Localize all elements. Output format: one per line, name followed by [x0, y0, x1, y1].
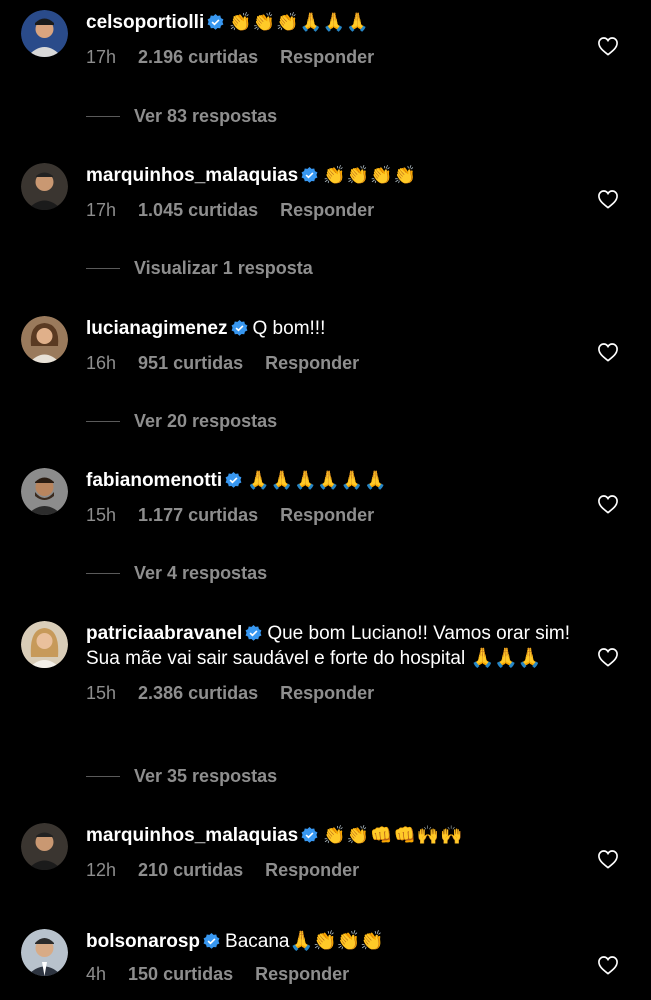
- comment-time: 17h: [86, 200, 117, 220]
- verified-badge-icon: [225, 472, 242, 489]
- verified-badge-icon: [301, 167, 318, 184]
- comment-time: 4h: [86, 964, 107, 984]
- heart-outline-icon[interactable]: [597, 955, 619, 975]
- comment-username[interactable]: celsoportiolli: [86, 12, 204, 33]
- verified-badge-icon: [207, 14, 224, 31]
- comment-body: fabianomenotti 🙏🙏🙏🙏🙏🙏 15h 1.177 curtidas Re…: [86, 468, 581, 526]
- comment-text: 👏👏👏🙏🙏🙏: [229, 12, 370, 32]
- comment-likes[interactable]: 1.177 curtidas: [138, 505, 258, 525]
- comment-likes[interactable]: 2.386 curtidas: [138, 683, 258, 703]
- heart-outline-icon[interactable]: [597, 189, 619, 209]
- comment-body: marquinhos_malaquias 👏👏👏👏 17h 1.045 curtid…: [86, 163, 581, 221]
- comment-text-line: patriciaabravanel Que bom Luciano!! Vamos…: [86, 621, 581, 671]
- comment-time: 15h: [86, 683, 117, 703]
- comment-meta: 17h 1.045 curtidas Responder: [86, 200, 581, 221]
- comment-text-line: bolsonarosp Bacana🙏👏👏👏: [86, 929, 581, 954]
- reply-button[interactable]: Responder: [265, 860, 359, 880]
- comment-body: bolsonarosp Bacana🙏👏👏👏 4h 150 curtidas Resp…: [86, 929, 581, 985]
- comment-text-line: marquinhos_malaquias 👏👏👏👏: [86, 163, 581, 188]
- comment-username[interactable]: marquinhos_malaquias: [86, 825, 298, 846]
- replies-divider: [86, 115, 120, 117]
- comment-text: 🙏🙏🙏🙏🙏🙏: [247, 470, 388, 490]
- comment-body: marquinhos_malaquias 👏👏👊👊🙌🙌 12h 210 curtid…: [86, 823, 581, 881]
- comment-body: celsoportiolli 👏👏👏🙏🙏🙏 17h 2.196 curtidas Re…: [86, 10, 581, 68]
- heart-outline-icon[interactable]: [597, 849, 619, 869]
- replies-divider: [86, 267, 120, 269]
- reply-button[interactable]: Responder: [265, 353, 359, 373]
- comment-time: 12h: [86, 860, 117, 880]
- comment-meta: 15h 2.386 curtidas Responder: [86, 683, 581, 704]
- comment-meta: 12h 210 curtidas Responder: [86, 860, 581, 881]
- comment-text-line: celsoportiolli 👏👏👏🙏🙏🙏: [86, 10, 581, 35]
- comment-text: Bacana🙏👏👏👏: [225, 931, 385, 952]
- avatar[interactable]: [21, 621, 68, 668]
- comment-username[interactable]: patriciaabravanel: [86, 623, 242, 644]
- comment-likes[interactable]: 2.196 curtidas: [138, 47, 258, 67]
- reply-button[interactable]: Responder: [280, 683, 374, 703]
- view-replies-label[interactable]: Ver 35 respostas: [134, 766, 277, 787]
- avatar[interactable]: [21, 823, 68, 870]
- avatar[interactable]: [21, 316, 68, 363]
- comment-time: 15h: [86, 505, 117, 525]
- verified-badge-icon: [245, 625, 262, 642]
- view-replies-button[interactable]: Ver 4 respostas: [86, 562, 267, 584]
- view-replies-label[interactable]: Ver 4 respostas: [134, 563, 267, 584]
- comment-body: lucianagimenez Q bom!!! 16h 951 curtidas Re…: [86, 316, 581, 374]
- comment-meta: 17h 2.196 curtidas Responder: [86, 47, 581, 68]
- view-replies-label[interactable]: Ver 83 respostas: [134, 106, 277, 127]
- comment-text-line: fabianomenotti 🙏🙏🙏🙏🙏🙏: [86, 468, 581, 493]
- reply-button[interactable]: Responder: [280, 47, 374, 67]
- comment-text: 👏👏👏👏: [323, 165, 417, 185]
- comment-username[interactable]: bolsonarosp: [86, 931, 200, 952]
- heart-outline-icon[interactable]: [597, 647, 619, 667]
- comment-likes[interactable]: 210 curtidas: [138, 860, 243, 880]
- comment-username[interactable]: fabianomenotti: [86, 470, 222, 491]
- verified-badge-icon: [203, 933, 220, 950]
- replies-divider: [86, 775, 120, 777]
- comment-text: Q bom!!!: [252, 318, 326, 339]
- comment-username[interactable]: lucianagimenez: [86, 318, 228, 339]
- heart-outline-icon[interactable]: [597, 494, 619, 514]
- comment-text: 👏👏👊👊🙌🙌: [323, 825, 464, 845]
- avatar[interactable]: [21, 10, 68, 57]
- comment-time: 17h: [86, 47, 117, 67]
- avatar[interactable]: [21, 468, 68, 515]
- comment-text-line: marquinhos_malaquias 👏👏👊👊🙌🙌: [86, 823, 581, 848]
- view-replies-label[interactable]: Ver 20 respostas: [134, 411, 277, 432]
- comment-meta: 4h 150 curtidas Responder: [86, 964, 581, 985]
- comment-meta: 16h 951 curtidas Responder: [86, 353, 581, 374]
- avatar[interactable]: [21, 929, 68, 976]
- view-replies-button[interactable]: Ver 83 respostas: [86, 105, 277, 127]
- comment-meta: 15h 1.177 curtidas Responder: [86, 505, 581, 526]
- view-replies-button[interactable]: Ver 35 respostas: [86, 765, 277, 787]
- reply-button[interactable]: Responder: [280, 200, 374, 220]
- verified-badge-icon: [301, 827, 318, 844]
- comment-likes[interactable]: 1.045 curtidas: [138, 200, 258, 220]
- replies-divider: [86, 572, 120, 574]
- comment-body: patriciaabravanel Que bom Luciano!! Vamos…: [86, 621, 581, 704]
- view-replies-button[interactable]: Visualizar 1 resposta: [86, 257, 313, 279]
- replies-divider: [86, 420, 120, 422]
- heart-outline-icon[interactable]: [597, 36, 619, 56]
- heart-outline-icon[interactable]: [597, 342, 619, 362]
- avatar[interactable]: [21, 163, 68, 210]
- verified-badge-icon: [231, 320, 248, 337]
- comment-time: 16h: [86, 353, 117, 373]
- comment-username[interactable]: marquinhos_malaquias: [86, 165, 298, 186]
- comment-text-line: lucianagimenez Q bom!!!: [86, 316, 581, 341]
- view-replies-button[interactable]: Ver 20 respostas: [86, 410, 277, 432]
- comment-likes[interactable]: 951 curtidas: [138, 353, 243, 373]
- reply-button[interactable]: Responder: [255, 964, 349, 984]
- comment-likes[interactable]: 150 curtidas: [128, 964, 233, 984]
- reply-button[interactable]: Responder: [280, 505, 374, 525]
- view-replies-label[interactable]: Visualizar 1 resposta: [134, 258, 313, 279]
